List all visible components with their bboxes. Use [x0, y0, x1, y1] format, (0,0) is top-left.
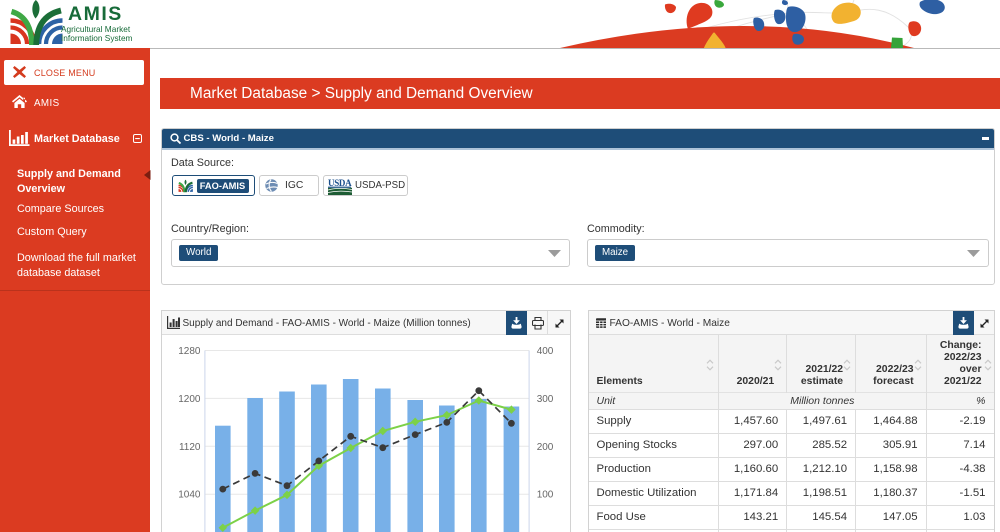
svg-text:400: 400 — [536, 346, 553, 357]
svg-text:300: 300 — [536, 394, 553, 405]
svg-text:100: 100 — [536, 490, 553, 501]
svg-text:USDA: USDA — [328, 178, 352, 188]
svg-text:1280: 1280 — [178, 346, 201, 357]
svg-text:200: 200 — [536, 442, 553, 453]
svg-text:1040: 1040 — [178, 490, 201, 501]
svg-text:1200: 1200 — [178, 394, 201, 405]
svg-text:1120: 1120 — [178, 442, 200, 453]
